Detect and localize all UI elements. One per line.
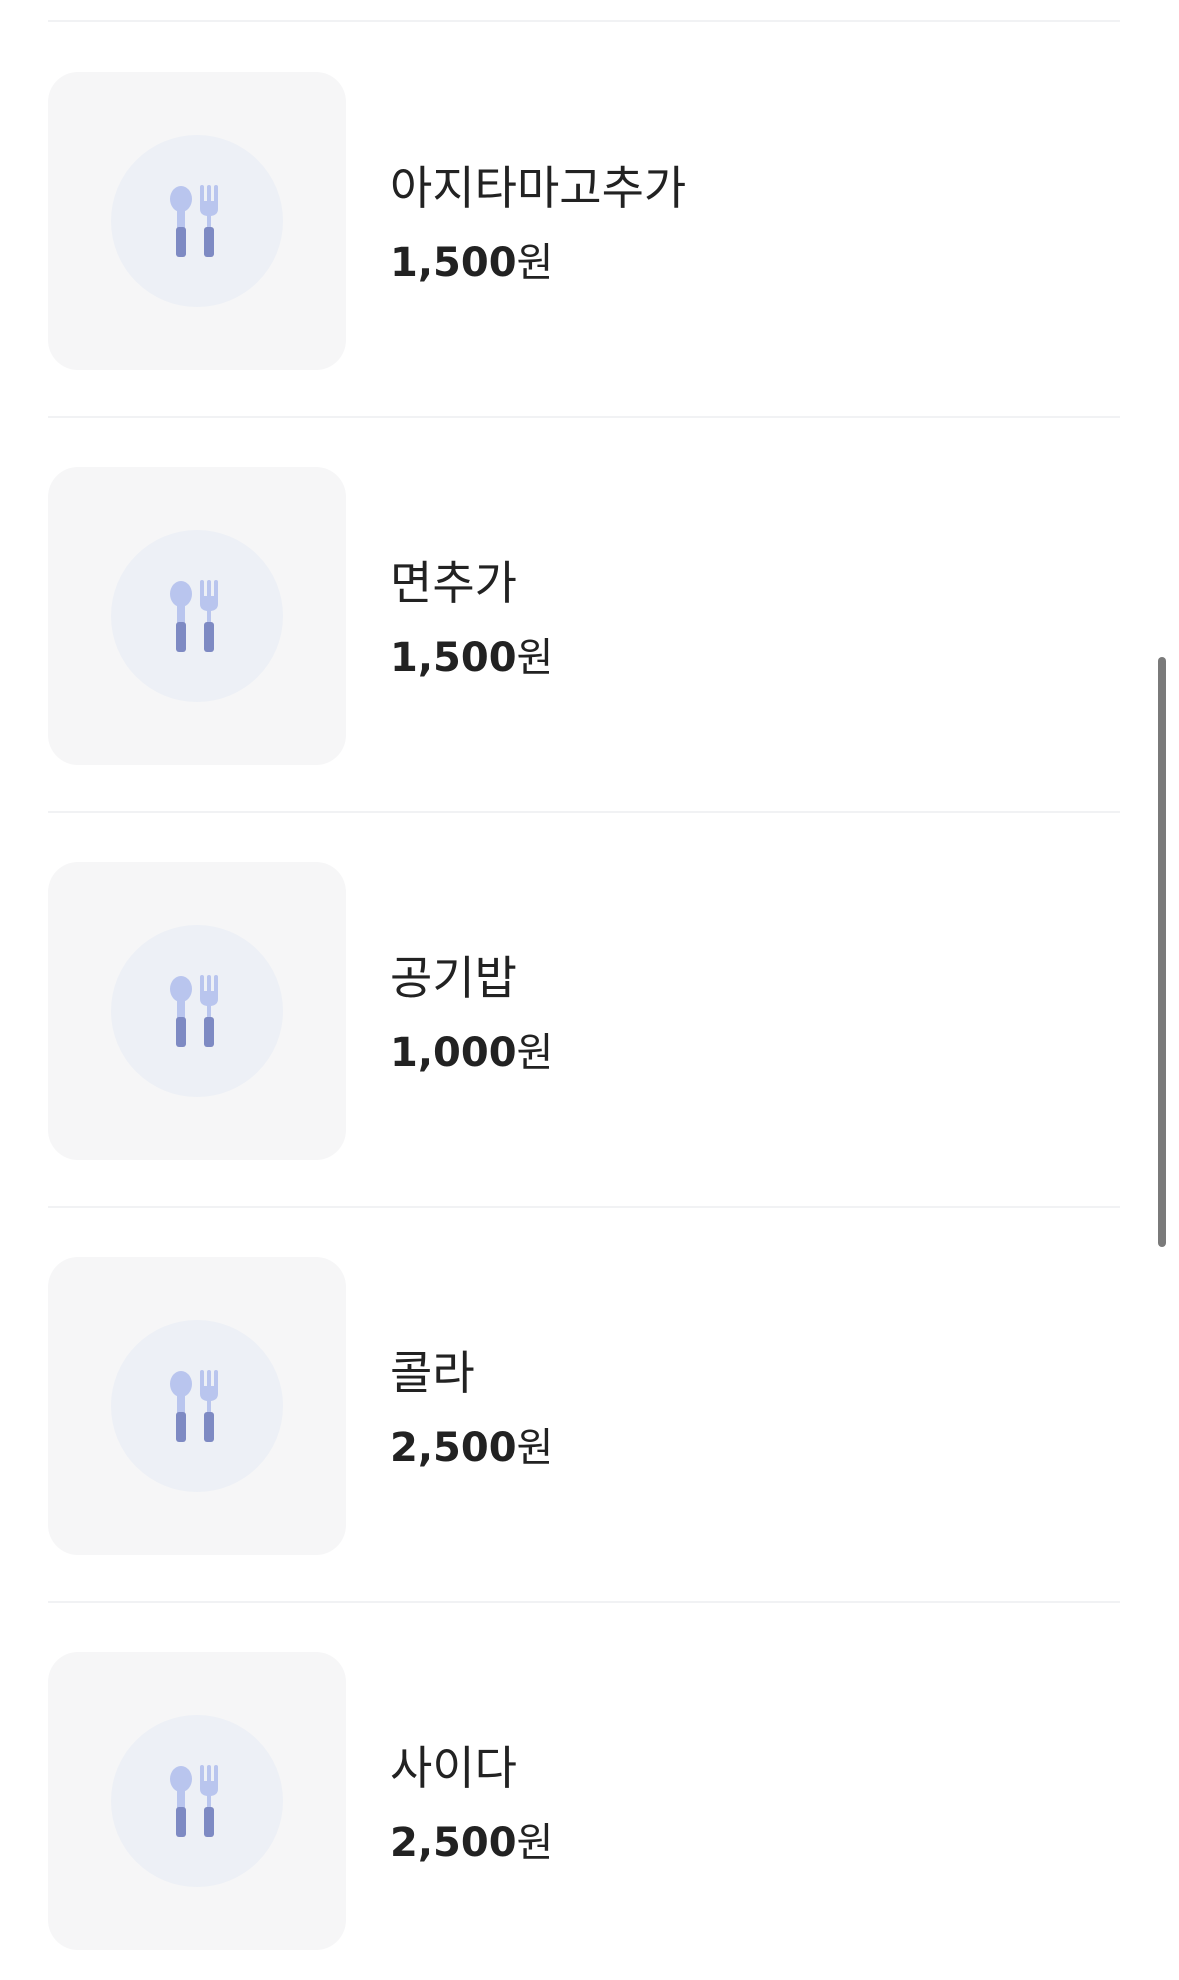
menu-item-price: 1,500원 — [390, 625, 553, 683]
price-unit: 원 — [516, 635, 554, 681]
menu-item-name: 공기밥 — [390, 951, 517, 1005]
menu-item[interactable]: 공기밥 1,000원 — [48, 862, 1120, 1160]
menu-item[interactable]: 면추가 1,500원 — [48, 467, 1120, 765]
utensils-icon — [170, 1370, 218, 1442]
thumbnail-circle — [111, 1320, 283, 1492]
menu-item-thumbnail — [48, 72, 346, 370]
menu-item-name: 사이다 — [390, 1741, 517, 1795]
utensils-icon — [170, 185, 218, 257]
price-amount: 1,000 — [390, 1030, 517, 1076]
price-amount: 1,500 — [390, 635, 517, 681]
menu-item-name: 아지타마고추가 — [390, 161, 687, 215]
menu-item[interactable]: 아지타마고추가 1,500원 — [48, 72, 1120, 370]
thumbnail-circle — [111, 530, 283, 702]
thumbnail-circle — [111, 925, 283, 1097]
menu-item-name: 콜라 — [390, 1346, 475, 1400]
price-unit: 원 — [516, 1425, 554, 1471]
menu-item-thumbnail — [48, 862, 346, 1160]
utensils-icon — [170, 580, 218, 652]
utensils-icon — [170, 1765, 218, 1837]
price-unit: 원 — [516, 240, 554, 286]
menu-item-name: 면추가 — [390, 556, 517, 610]
menu-item-price: 1,500원 — [390, 230, 553, 288]
thumbnail-circle — [111, 1715, 283, 1887]
menu-item-price: 1,000원 — [390, 1020, 553, 1078]
menu-item-price: 2,500원 — [390, 1415, 553, 1473]
price-amount: 2,500 — [390, 1820, 517, 1866]
menu-item[interactable]: 콜라 2,500원 — [48, 1257, 1120, 1555]
menu-item[interactable]: 사이다 2,500원 — [48, 1652, 1120, 1950]
utensils-icon — [170, 975, 218, 1047]
price-unit: 원 — [516, 1820, 554, 1866]
price-amount: 1,500 — [390, 240, 517, 286]
scrollbar[interactable] — [1158, 657, 1166, 1247]
divider — [48, 1206, 1120, 1208]
divider — [48, 1601, 1120, 1603]
divider — [48, 811, 1120, 813]
menu-item-thumbnail — [48, 1652, 346, 1950]
menu-item-thumbnail — [48, 467, 346, 765]
thumbnail-circle — [111, 135, 283, 307]
divider — [48, 416, 1120, 418]
price-unit: 원 — [516, 1030, 554, 1076]
menu-item-thumbnail — [48, 1257, 346, 1555]
divider — [48, 20, 1120, 22]
menu-item-price: 2,500원 — [390, 1810, 553, 1868]
price-amount: 2,500 — [390, 1425, 517, 1471]
